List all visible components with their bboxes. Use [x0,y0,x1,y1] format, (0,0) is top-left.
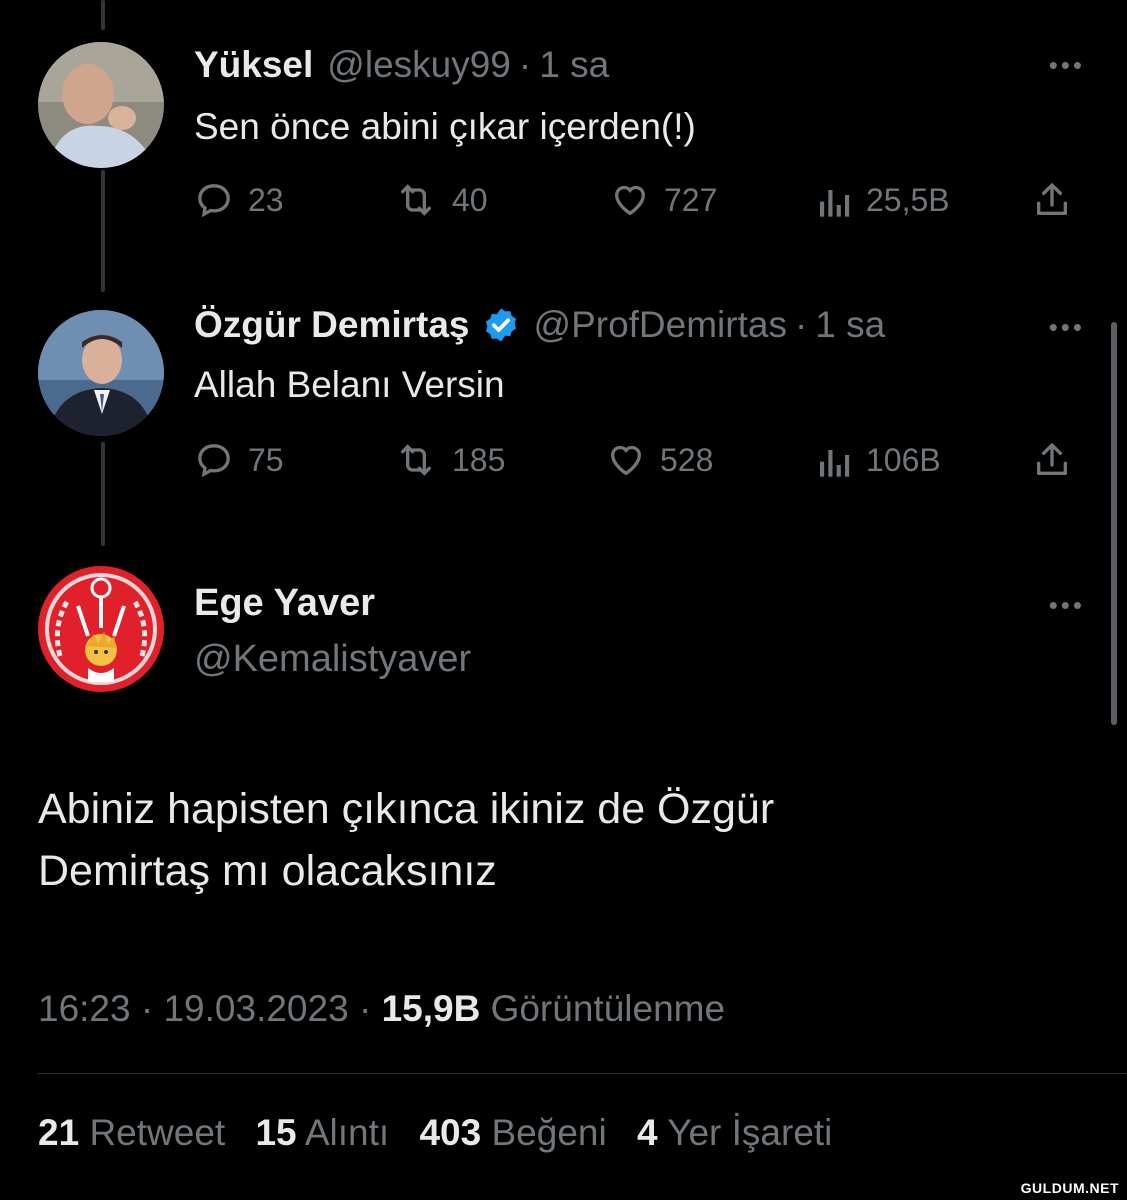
tweet-1-handle[interactable]: @leskuy99 [327,44,511,86]
main-tweet-more-button[interactable]: ••• [1049,590,1085,621]
share-button[interactable] [1032,180,1086,220]
tweet-2-time[interactable]: 1 sa [815,304,885,346]
bookmarks-stat[interactable]: 4 Yer İşareti [637,1112,832,1153]
views-button[interactable]: 25,5B [818,180,950,220]
share-button[interactable] [1032,440,1086,480]
thread-line-top [101,0,105,30]
analytics-icon [820,450,850,477]
like-button[interactable]: 727 [610,180,717,220]
bookmarks-label: Yer İşareti [667,1112,833,1153]
like-button[interactable]: 528 [606,440,713,480]
main-tweet-handle[interactable]: @Kemalistyaver [194,638,471,681]
avatar-yuksel-photo [38,42,164,168]
main-tweet-time[interactable]: 16:23 [38,988,131,1029]
tweet-1-more-button[interactable]: ••• [1049,50,1085,81]
tweet-2-header: Özgür Demirtaş @ProfDemirtas · 1 sa [194,304,885,346]
avatar-demirtas-photo [38,310,164,436]
share-icon [1037,443,1067,475]
main-tweet-meta: 16:23 · 19.03.2023 · 15,9B Görüntülenme [38,988,725,1030]
avatar-yuksel[interactable] [38,42,164,168]
tweet-2-actions: 75 185 528 106B [194,440,1086,484]
quotes-label: Alıntı [304,1112,390,1153]
main-tweet-date[interactable]: 19.03.2023 [163,988,348,1029]
tweet-2-handle[interactable]: @ProfDemirtas [534,304,787,346]
share-icon [1037,183,1067,215]
bookmarks-count: 4 [636,1112,658,1153]
meta-dot: · [140,988,154,1029]
avatar-ege-yaver[interactable] [38,566,164,692]
main-tweet-text-line-1: Abiniz hapisten çıkınca ikiniz de Özgür [38,785,775,833]
scrollbar[interactable] [1111,322,1117,725]
tweet-1-header: Yüksel @leskuy99 · 1 sa [194,44,609,86]
avatar-ege-yaver-emblem [38,566,164,692]
views-button[interactable]: 106B [818,440,941,480]
tweet-2-separator: · [794,304,808,345]
likes-label: Beğeni [491,1112,607,1153]
tweet-1-display-name[interactable]: Yüksel [194,44,313,86]
heart-icon [610,445,642,476]
retweet-icon [400,444,431,476]
reply-button[interactable]: 75 [194,440,284,480]
retweet-button[interactable]: 185 [394,440,505,480]
likes-stat[interactable]: 403 Beğeni [419,1112,606,1153]
retweets-stat[interactable]: 21 Retweet [38,1112,225,1153]
retweet-icon [400,184,431,216]
meta-dot: · [358,988,372,1029]
quotes-stat[interactable]: 15 Alıntı [255,1112,389,1153]
tweet-2-more-button[interactable]: ••• [1049,312,1085,343]
quotes-count: 15 [255,1112,297,1153]
reply-button[interactable]: 23 [194,180,284,220]
main-tweet-display-name[interactable]: Ege Yaver [194,582,375,625]
reply-icon [198,184,230,218]
avatar-demirtas[interactable] [38,310,164,436]
reply-count: 75 [248,441,284,478]
tweet-1-actions: 23 40 727 25,5B [194,180,1086,224]
tweet-2-display-name[interactable]: Özgür Demirtaş [194,304,470,346]
main-tweet-views-count: 15,9B [381,988,481,1029]
reply-count: 23 [248,181,284,218]
like-count: 528 [660,441,714,478]
tweet-1-text: Sen önce abini çıkar içerden(!) [194,106,696,147]
retweets-label: Retweet [89,1112,226,1153]
ellipsis-icon: ••• [1048,50,1085,80]
retweet-count: 185 [452,441,506,478]
retweet-count: 40 [452,181,488,218]
views-count: 25,5B [866,181,950,218]
retweets-count: 21 [38,1112,80,1153]
thread-line-1 [101,170,105,292]
tweet-1-time[interactable]: 1 sa [539,44,609,86]
main-tweet-stats: 21 Retweet 15 Alıntı 403 Beğeni 4 Yer İş… [38,1112,852,1154]
heart-icon [614,185,646,216]
ellipsis-icon: ••• [1048,312,1085,342]
main-tweet-text: Abiniz hapisten çıkınca ikiniz de Özgür … [38,778,1038,902]
watermark: GULDUM.NET [1020,1180,1119,1196]
ellipsis-icon: ••• [1048,590,1085,620]
like-count: 727 [664,181,718,218]
divider [38,1073,1127,1074]
tweet-2-text: Allah Belanı Versin [194,364,505,405]
verified-badge-icon [482,306,520,344]
views-count: 106B [866,441,941,478]
likes-count: 403 [419,1112,482,1153]
main-tweet-views-label: Görüntülenme [490,988,726,1029]
reply-icon [198,444,230,478]
tweet-1-separator: · [518,44,532,85]
retweet-button[interactable]: 40 [394,180,488,220]
thread-line-2 [101,442,105,546]
analytics-icon [820,190,850,217]
main-tweet-text-line-2: Demirtaş mı olacaksınız [38,847,497,895]
